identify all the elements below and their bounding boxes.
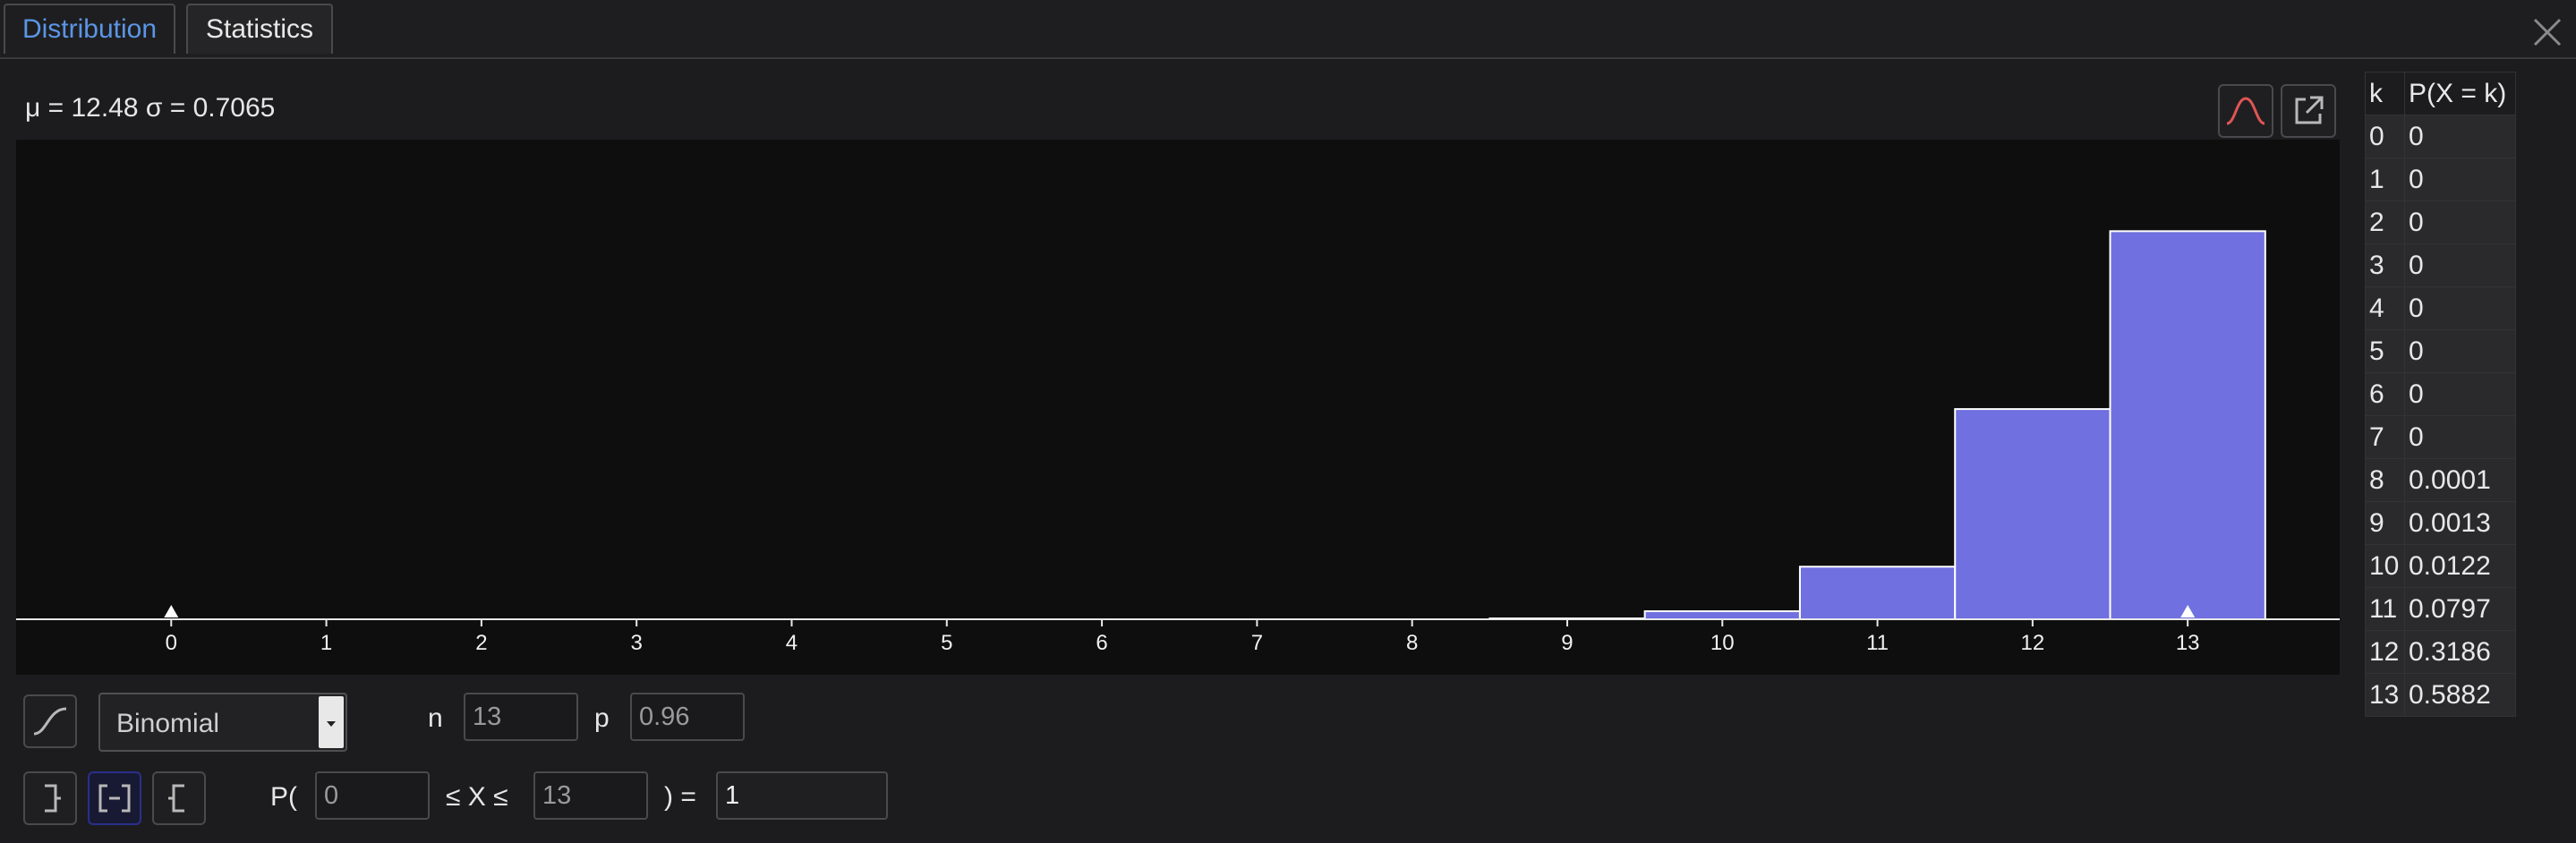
cumulative-toggle-button[interactable] [23, 694, 77, 748]
n-input[interactable] [464, 693, 578, 741]
bar-10 [1643, 610, 1801, 621]
x-tick-label: 6 [1096, 631, 1107, 655]
table-cell-k: 5 [2365, 329, 2405, 373]
mean-sd-readout: μ = 12.48 σ = 0.7065 [25, 93, 276, 123]
table-row: 12 0.3186 [2365, 630, 2516, 674]
x-tick-label: 12 [2021, 631, 2045, 655]
table-cell-k: 13 [2365, 673, 2405, 717]
table-cell-k: 3 [2365, 243, 2405, 287]
table-cell-prob: 0.0122 [2404, 544, 2516, 588]
table-cell-prob: 0.5882 [2404, 673, 2516, 717]
x-tick-label: 3 [631, 631, 643, 655]
table-cell-prob: 0 [2404, 286, 2516, 330]
table-cell-prob: 0.0001 [2404, 458, 2516, 502]
tab-statistics[interactable]: Statistics [186, 4, 333, 54]
probability-prefix: P( [270, 782, 297, 812]
interval-button[interactable] [88, 771, 141, 825]
table-cell-k: 0 [2365, 115, 2405, 158]
table-header-row: k P(X = k) [2365, 72, 2516, 115]
interval-icon [98, 784, 131, 813]
distribution-chart: 0 1 2 3 4 5 6 7 8 9 10 11 12 13 [16, 140, 2340, 675]
table-row: 10 [2365, 158, 2516, 201]
export-button[interactable] [2281, 84, 2336, 138]
table-row: 40 [2365, 286, 2516, 330]
x-tick-label: 1 [320, 631, 332, 655]
x-tick-label: 2 [475, 631, 487, 655]
table-row: 8 0.0001 [2365, 458, 2516, 502]
table-cell-prob: 0 [2404, 372, 2516, 416]
probability-result-field[interactable] [716, 771, 888, 820]
chevron-down-icon[interactable] [319, 696, 344, 748]
probability-table: k P(X = k) 0 0 1 0 2 0 3 0 4 0 5 0 6 0 7 0 8 0.0001 9 0.001… [2365, 72, 2516, 717]
table-cell-k: 10 [2365, 544, 2405, 588]
table-row: 10 0.0122 [2365, 544, 2516, 588]
table-cell-k: 1 [2365, 158, 2405, 201]
table-cell-k: 8 [2365, 458, 2405, 502]
x-tick-label: 5 [941, 631, 952, 655]
p-label: p [594, 703, 610, 733]
table-row: 13 0.5882 [2365, 673, 2516, 717]
n-label: n [428, 703, 443, 733]
bar-11 [1798, 566, 1957, 621]
x-tick-label: 10 [1710, 631, 1735, 655]
probability-suffix: ) = [664, 782, 696, 812]
table-row: 00 [2365, 115, 2516, 158]
table-cell-prob: 0 [2404, 115, 2516, 158]
probability-calculator: Distribution Statistics μ = 12.48 σ = 0.… [0, 0, 2576, 843]
lower-bound-input[interactable] [315, 771, 430, 820]
left-sided-icon [45, 784, 61, 813]
close-icon[interactable] [2529, 14, 2565, 50]
chart-svg: 0 1 2 3 4 5 6 7 8 9 10 11 12 13 [16, 230, 2340, 655]
table-row: 11 0.0797 [2365, 587, 2516, 631]
x-tick-label: 8 [1406, 631, 1418, 655]
x-tick-label: 13 [2176, 631, 2200, 655]
x-tick-label: 9 [1561, 631, 1573, 655]
x-tick-label: 0 [166, 631, 177, 655]
right-sided-button[interactable] [152, 771, 206, 825]
p-input[interactable] [630, 693, 745, 741]
x-tick-label: 11 [1866, 631, 1889, 655]
table-cell-k: 9 [2365, 501, 2405, 545]
table-cell-k: 4 [2365, 286, 2405, 330]
export-icon [2295, 96, 2324, 124]
distribution-select[interactable]: Binomial [98, 693, 347, 752]
right-sided-icon [168, 784, 184, 813]
table-row: 20 [2365, 200, 2516, 244]
table-cell-prob: 0 [2404, 243, 2516, 287]
normal-overlay-button[interactable] [2218, 84, 2273, 138]
table-cell-k: 2 [2365, 200, 2405, 244]
normal-curve-icon [2226, 97, 2265, 125]
upper-bound-input[interactable] [533, 771, 648, 820]
table-cell-prob: 0.0797 [2404, 587, 2516, 631]
table-cell-prob: 0 [2404, 200, 2516, 244]
interval-marker [164, 605, 179, 617]
cumulative-curve-icon [33, 707, 67, 736]
table-cell-prob: 0 [2404, 329, 2516, 373]
bar-13 [2109, 230, 2266, 620]
table-cell-k: 12 [2365, 630, 2405, 674]
x-tick-label: 7 [1251, 631, 1263, 655]
table-cell-prob: 0.0013 [2404, 501, 2516, 545]
probability-middle: ≤ X ≤ [446, 782, 508, 812]
table-header-k: k [2365, 72, 2405, 115]
table-cell-prob: 0.3186 [2404, 630, 2516, 674]
distribution-select-value: Binomial [116, 709, 220, 738]
bar-12 [1954, 408, 2111, 620]
table-cell-k: 7 [2365, 415, 2405, 459]
table-cell-prob: 0 [2404, 158, 2516, 201]
tab-bar: Distribution Statistics [0, 0, 2576, 59]
table-row: 30 [2365, 243, 2516, 287]
table-header-prob: P(X = k) [2404, 72, 2516, 115]
table-row: 60 [2365, 372, 2516, 416]
tab-distribution[interactable]: Distribution [4, 4, 175, 54]
table-cell-prob: 0 [2404, 415, 2516, 459]
left-sided-button[interactable] [23, 771, 77, 825]
table-cell-k: 6 [2365, 372, 2405, 416]
table-cell-k: 11 [2365, 587, 2405, 631]
table-row: 9 0.0013 [2365, 501, 2516, 545]
table-row: 70 [2365, 415, 2516, 459]
table-row: 50 [2365, 329, 2516, 373]
x-tick-label: 4 [786, 631, 798, 655]
